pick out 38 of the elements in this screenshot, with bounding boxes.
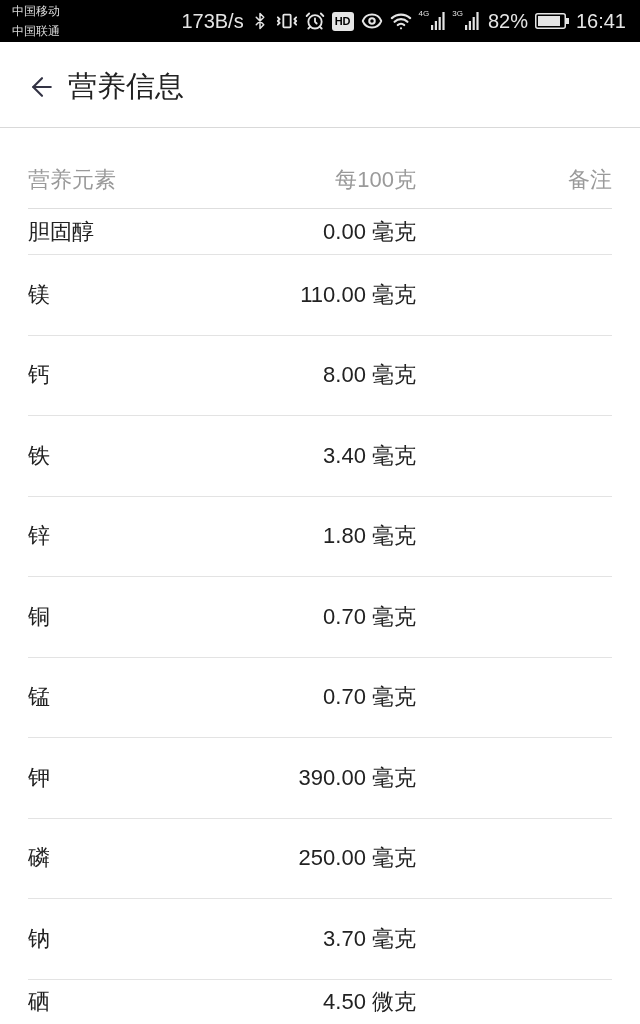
nutrient-amount: 4.50 微克 xyxy=(322,987,416,1016)
nutrient-name: 钾 xyxy=(28,763,51,792)
nutrient-amount: 110.00 毫克 xyxy=(299,280,416,309)
nutrient-name: 铜 xyxy=(28,602,51,631)
page-title: 营养信息 xyxy=(68,72,184,101)
nutrient-name: 镁 xyxy=(28,280,51,309)
clock-time: 16:41 xyxy=(575,11,626,31)
nutrient-amount: 250.00 毫克 xyxy=(297,844,416,873)
nutrient-amount: 0.70 毫克 xyxy=(322,602,416,631)
signal-bars-icon xyxy=(464,12,479,30)
carrier-name: 中国移动 xyxy=(12,3,60,20)
nutrient-amount: 390.00 毫克 xyxy=(297,763,416,792)
battery-icon xyxy=(534,13,569,29)
nutrient-name: 锌 xyxy=(28,522,51,551)
nutrient-amount: 3.70 毫克 xyxy=(322,924,416,953)
column-header: 每100克 xyxy=(334,166,416,194)
battery-percent: 82% xyxy=(487,11,528,31)
nutrient-amount: 8.00 毫克 xyxy=(322,361,416,390)
signal-bars-icon xyxy=(431,12,446,30)
nutrient-amount: 3.40 毫克 xyxy=(322,441,416,470)
nutrient-amount: 1.80 毫克 xyxy=(322,522,416,551)
nutrient-name: 胆固醇 xyxy=(28,217,95,246)
carrier-name: 中国联通 xyxy=(12,23,60,40)
column-header: 营养元素 xyxy=(28,166,117,194)
nutrient-name: 磷 xyxy=(28,844,51,873)
nutrient-amount: 0.70 毫克 xyxy=(322,683,416,712)
column-header: 备注 xyxy=(567,166,612,194)
nutrient-name: 铁 xyxy=(28,441,51,470)
network-speed: 173B/s xyxy=(181,11,244,31)
alarm-icon xyxy=(304,11,325,31)
nutrient-name: 钠 xyxy=(28,924,51,953)
nutrient-amount: 0.00 毫克 xyxy=(322,217,416,246)
nutrient-name: 钙 xyxy=(28,361,51,390)
nutrient-name: 硒 xyxy=(28,987,51,1016)
hd-indicator: HD xyxy=(331,11,354,31)
network-type-label: 3G xyxy=(452,10,463,18)
network-type-label: 4G xyxy=(418,10,430,18)
nutrient-name: 锰 xyxy=(28,683,51,712)
